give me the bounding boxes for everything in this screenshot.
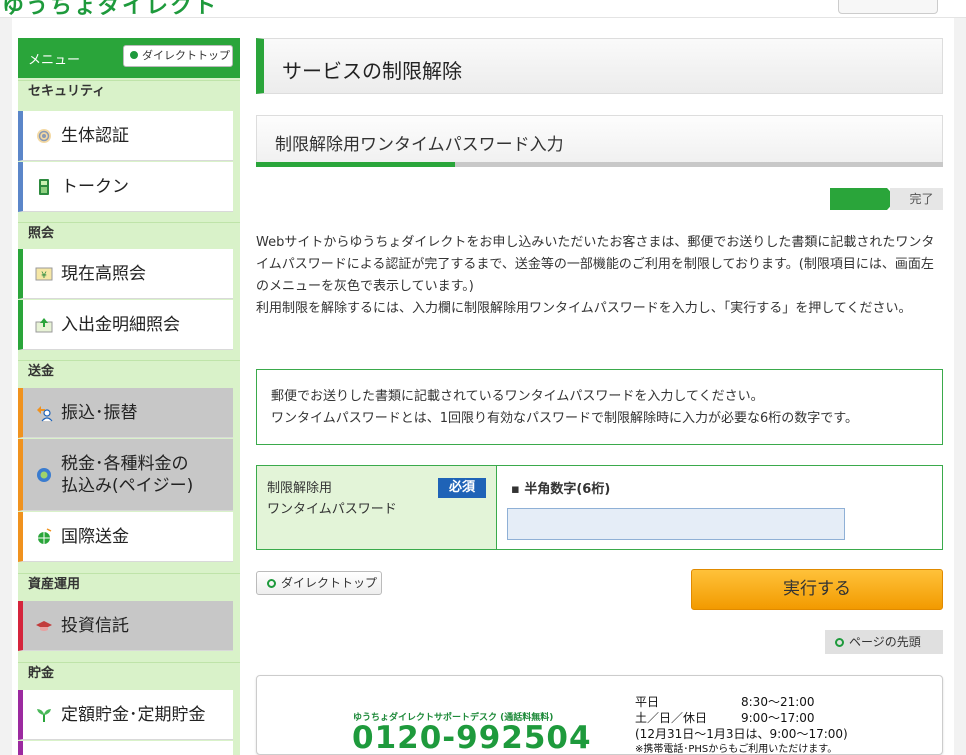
category-savings: 貯金 (18, 662, 240, 684)
weekend-time: 9:00～17:00 (741, 711, 815, 725)
weekday-label: 平日 (635, 695, 660, 709)
newyear-hours: (12月31日～1月3日は、9:00～17:00) (635, 727, 848, 741)
sidebar-item-label: 税金･各種料金の 払込み(ペイジー) (61, 453, 193, 497)
step-indicator-done: 完了 (890, 188, 943, 210)
site-logo[interactable]: ゆうちょダイレクト (2, 0, 218, 20)
password-form: 制限解除用 ワンタイムパスワード 必須 ▪ 半角数字(6桁) (256, 465, 943, 550)
page-title: サービスの制限解除 (282, 59, 462, 83)
sidebar-item-label: 生体認証 (61, 125, 129, 146)
instruction-line-2: ワンタイムパスワードとは、1回限り有効なパスワードで制限解除時に入力が必要な6桁… (271, 411, 858, 426)
direct-top-button[interactable]: ダイレクトトップ (256, 571, 382, 595)
sidebar-item-label: 国際送金 (61, 526, 129, 547)
sidebar-item-label: 振込･振替 (61, 402, 138, 423)
sidebar-item-next[interactable] (18, 741, 233, 755)
progress-fill (256, 162, 456, 167)
required-badge: 必須 (438, 478, 486, 498)
graduation-cap-icon (36, 620, 52, 631)
circle-arrow-icon (130, 51, 138, 59)
tax-label-line2: 払込み(ペイジー) (61, 475, 194, 496)
svg-text:¥: ¥ (41, 271, 47, 281)
menu-direct-top-label: ダイレクトトップ (142, 49, 230, 62)
sidebar-item-furikomi[interactable]: 振込･振替 (18, 388, 233, 438)
form-label: 制限解除用 ワンタイムパスワード (267, 478, 397, 520)
sidebar-item-label: 現在高照会 (61, 263, 146, 284)
transfer-person-icon (37, 405, 53, 421)
sidebar-item-statement[interactable]: 入出金明細照会 (18, 300, 233, 350)
tax-label-line1: 税金･各種料金の (61, 453, 189, 474)
support-phone-number[interactable]: 0120-992504 (352, 720, 592, 755)
page-title-box: サービスの制限解除 (256, 38, 943, 94)
sidebar-item-label: 投資信託 (61, 615, 129, 636)
step-indicator-current (830, 188, 887, 210)
fingerprint-icon (37, 128, 51, 143)
sidebar-item-fixed-savings[interactable]: 定額貯金･定期貯金 (18, 690, 233, 740)
balance-icon: ¥ (35, 267, 53, 281)
circle-arrow-icon (267, 579, 276, 588)
sprout-icon (37, 708, 51, 722)
input-hint: ▪ 半角数字(6桁) (511, 482, 611, 497)
description-text: Webサイトからゆうちょダイレクトをお申し込みいただいたお客さまは、郵便でお送り… (256, 232, 946, 320)
menu-title: メニュー (28, 53, 81, 68)
execute-button[interactable]: 実行する (691, 569, 943, 610)
sidebar-item-investment-trust[interactable]: 投資信託 (18, 601, 233, 651)
sidebar-menu: メニュー ダイレクトトップ セキュリティ 生体認証 トークン 照会 ¥ 現在高照… (18, 38, 240, 755)
sidebar-item-label: 定額貯金･定期貯金 (61, 704, 206, 725)
category-inquiry: 照会 (18, 222, 240, 244)
sidebar-item-label: トークン (61, 176, 129, 197)
form-label-cell: 制限解除用 ワンタイムパスワード 必須 (257, 466, 497, 549)
instruction-box: 郵便でお送りした書類に記載されているワンタイムパスワードを入力してください。 ワ… (256, 369, 943, 445)
circle-up-icon (835, 638, 844, 647)
sidebar-item-tax-payment[interactable]: 税金･各種料金の 払込み(ペイジー) (18, 439, 233, 511)
weekend-label: 土／日／休日 (635, 711, 708, 725)
step-title-box: 制限解除用ワンタイムパスワード入力 (256, 115, 943, 165)
globe-icon (38, 527, 52, 544)
top-header: ゆうちょダイレクト (0, 0, 966, 20)
header-button[interactable] (838, 0, 938, 14)
support-hours: 平日 8:30～21:00 土／日／休日 9:00～17:00 (12月31日～1月… (635, 694, 848, 755)
instruction-line-1: 郵便でお送りした書類に記載されているワンタイムパスワードを入力してください。 (271, 389, 764, 404)
sidebar-item-biometric[interactable]: 生体認証 (18, 111, 233, 161)
category-transfer: 送金 (18, 360, 240, 382)
page-top-button[interactable]: ページの先頭 (825, 630, 943, 654)
step-title: 制限解除用ワンタイムパスワード入力 (275, 135, 564, 155)
category-security: セキュリティ (18, 80, 240, 102)
form-label-line2: ワンタイムパスワード (267, 502, 397, 517)
payeasy-icon (37, 467, 51, 482)
sidebar-item-token[interactable]: トークン (18, 162, 233, 212)
page-top-label: ページの先頭 (849, 635, 921, 649)
description-paragraph-2: 利用制限を解除するには、入力欄に制限解除用ワンタイムパスワードを入力し、「実行す… (256, 301, 912, 316)
description-paragraph-1: Webサイトからゆうちょダイレクトをお申し込みいただいたお客さまは、郵便でお送り… (256, 235, 935, 294)
weekday-time: 8:30～21:00 (741, 695, 815, 709)
sidebar-item-balance[interactable]: ¥ 現在高照会 (18, 249, 233, 299)
direct-top-label: ダイレクトトップ (281, 576, 378, 590)
one-time-password-input[interactable] (507, 508, 845, 540)
menu-direct-top-button[interactable]: ダイレクトトップ (123, 45, 233, 67)
token-device-icon (39, 178, 49, 195)
menu-header: メニュー ダイレクトトップ (18, 38, 240, 78)
progress-bar (256, 162, 943, 167)
form-label-line1: 制限解除用 (267, 481, 333, 496)
category-asset: 資産運用 (18, 573, 240, 595)
sidebar-item-label: 入出金明細照会 (61, 314, 180, 335)
support-desk-box: ゆうちょダイレクトサポートデスク (通話料無料) 0120-992504 平日 8… (256, 675, 943, 755)
mobile-note: ※携帯電話･PHSからもご利用いただけます。 (635, 744, 838, 755)
sidebar-item-international[interactable]: 国際送金 (18, 512, 233, 562)
statement-icon (35, 317, 53, 332)
